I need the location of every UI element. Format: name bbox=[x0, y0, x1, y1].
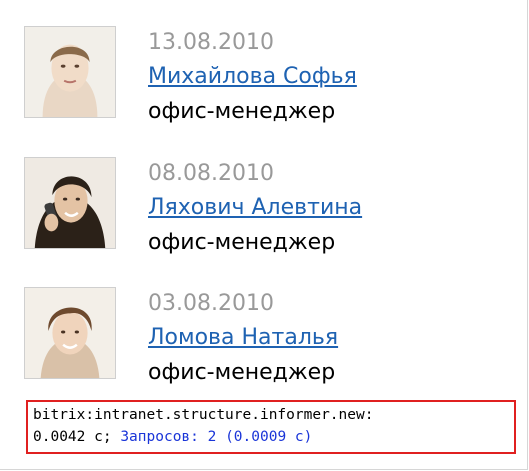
employee-name-link[interactable]: Михайлова Софья bbox=[148, 64, 357, 89]
avatar[interactable] bbox=[24, 287, 116, 379]
debug-timing: 0.0042 с; Запросов: 2 (0.0009 с) bbox=[33, 426, 514, 448]
employee-position: офис-менеджер bbox=[148, 360, 336, 385]
avatar[interactable] bbox=[24, 157, 116, 249]
person-photo-icon bbox=[25, 158, 115, 248]
employee-date: 08.08.2010 bbox=[148, 161, 274, 186]
debug-queries: Запросов: 2 (0.0009 с) bbox=[120, 429, 313, 445]
debug-component-name: bitrix:intranet.structure.informer.new: bbox=[33, 407, 374, 423]
employee-position: офис-менеджер bbox=[148, 230, 336, 255]
avatar[interactable] bbox=[24, 26, 116, 118]
employee-date: 13.08.2010 bbox=[148, 30, 274, 55]
employee-name-link[interactable]: Ляхович Алевтина bbox=[148, 195, 362, 220]
employee-position: офис-менеджер bbox=[148, 99, 336, 124]
person-photo-icon bbox=[25, 288, 115, 378]
employee-name-link[interactable]: Ломова Наталья bbox=[148, 325, 338, 350]
person-photo-icon bbox=[25, 27, 115, 117]
debug-time: 0.0042 с; bbox=[33, 429, 112, 445]
debug-info-box: bitrix:intranet.structure.informer.new: … bbox=[26, 400, 516, 454]
employee-date: 03.08.2010 bbox=[148, 291, 274, 316]
new-employees-informer: 13.08.2010 Михайлова Софья офис-менеджер… bbox=[0, 0, 528, 470]
